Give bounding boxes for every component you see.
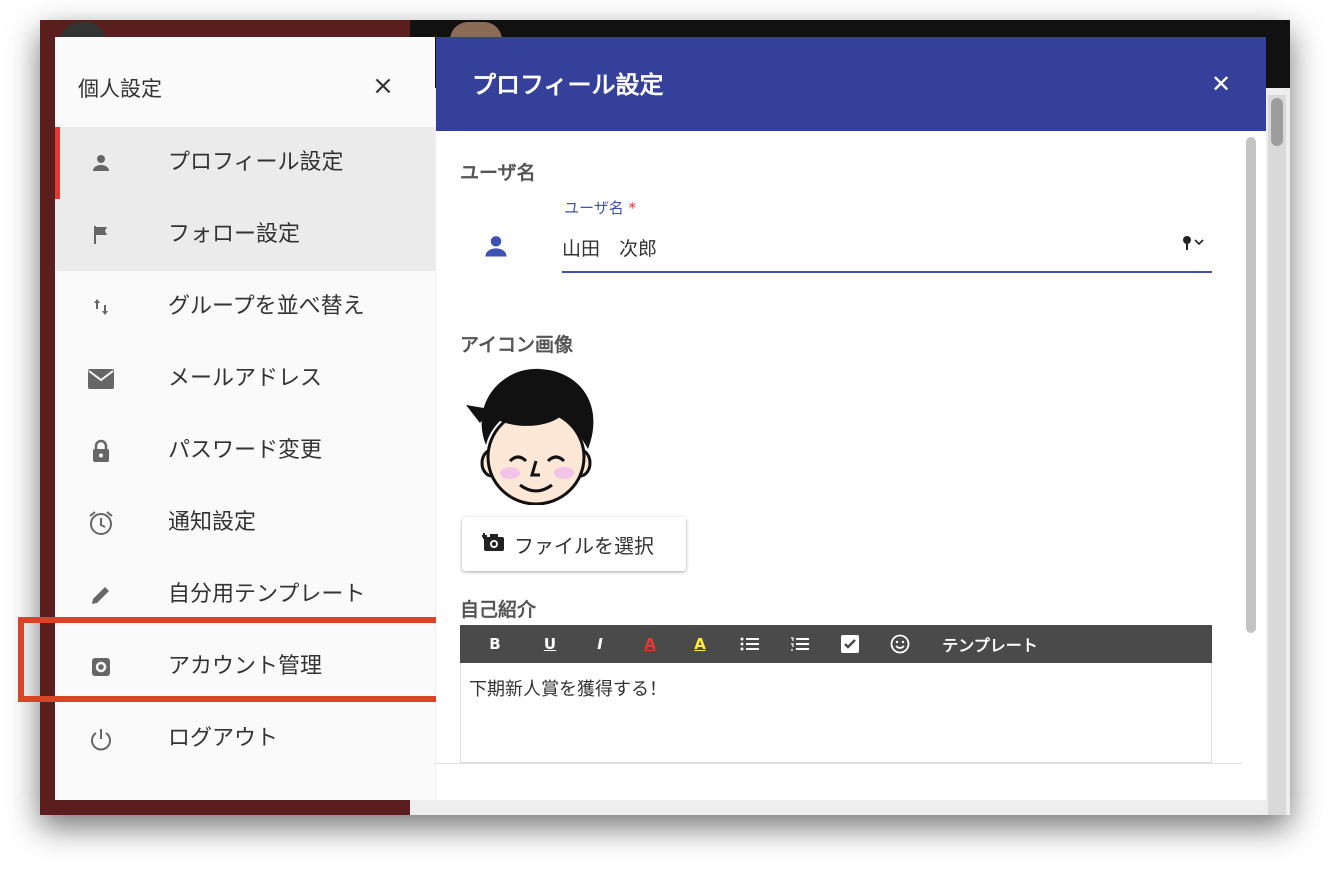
bullet-list-icon[interactable] — [730, 625, 770, 663]
dialog-close-button[interactable]: ✕ — [1206, 69, 1236, 99]
sidebar-item-email[interactable]: メールアドレス — [55, 343, 435, 415]
background-scroll-thumb — [1271, 98, 1283, 146]
italic-button[interactable]: I — [570, 625, 630, 663]
mail-icon — [87, 365, 115, 393]
profile-avatar-image — [460, 365, 605, 509]
power-icon — [87, 725, 115, 753]
person-icon — [87, 149, 115, 177]
sidebar-title: 個人設定 — [78, 77, 162, 101]
sidebar-item-label: パスワード変更 — [168, 438, 323, 463]
dialog-scroll-thumb[interactable] — [1246, 137, 1256, 633]
template-button[interactable]: テンプレート — [930, 625, 1050, 663]
user-icon — [482, 232, 510, 264]
sidebar-item-label: ログアウト — [168, 726, 279, 751]
sidebar-item-logout[interactable]: ログアウト — [55, 703, 435, 775]
username-label-text: ユーザ名 — [564, 199, 624, 217]
sidebar-close-button[interactable]: × — [368, 71, 398, 101]
sort-arrows-icon — [87, 293, 115, 321]
sidebar-item-profile[interactable]: プロフィール設定 — [55, 127, 435, 199]
intro-editor[interactable]: 下期新人賞を獲得する！ — [460, 663, 1212, 763]
sidebar-item-password[interactable]: パスワード変更 — [55, 415, 435, 487]
sidebar-item-sort-groups[interactable]: グループを並べ替え — [55, 271, 435, 343]
username-section-label: ユーザ名 — [460, 162, 536, 184]
dialog-divider — [436, 763, 1242, 764]
sidebar-item-follow[interactable]: フォロー設定 — [55, 199, 435, 271]
sidebar-header: 個人設定 × — [55, 37, 435, 127]
sidebar-item-label: フォロー設定 — [168, 222, 301, 247]
username-field-label: ユーザ名 * — [564, 197, 636, 218]
flag-icon — [87, 221, 115, 249]
alarm-clock-icon — [87, 509, 115, 537]
intro-section-label: 自己紹介 — [460, 599, 537, 621]
intro-text: 下期新人賞を獲得する！ — [469, 679, 667, 700]
pencil-icon — [87, 581, 115, 609]
username-input[interactable] — [562, 223, 1212, 273]
bold-button[interactable]: B — [460, 625, 530, 663]
sidebar-item-label: プロフィール設定 — [168, 150, 344, 175]
required-marker: * — [628, 199, 636, 217]
background-scrollbar — [1268, 95, 1286, 815]
select-file-label: ファイルを選択 — [514, 533, 654, 558]
icon-section-label: アイコン画像 — [460, 334, 574, 356]
editor-toolbar: B U I A A テンプレート — [460, 625, 1212, 663]
profile-dialog: プロフィール設定 ✕ ユーザ名 ユーザ名 * アイコン画像 — [436, 37, 1266, 800]
font-color-button[interactable]: A — [630, 625, 670, 663]
dialog-header: プロフィール設定 ✕ — [436, 37, 1266, 131]
underline-button[interactable]: U — [530, 625, 570, 663]
select-file-button[interactable]: ファイルを選択 — [462, 517, 686, 571]
numbered-list-icon[interactable] — [770, 625, 830, 663]
highlight-annotation — [18, 617, 450, 702]
emoji-icon[interactable] — [870, 625, 930, 663]
dialog-title: プロフィール設定 — [472, 71, 664, 99]
sidebar-item-label: 通知設定 — [168, 510, 257, 535]
sidebar-item-label: グループを並べ替え — [168, 294, 365, 319]
highlight-button[interactable]: A — [670, 625, 730, 663]
sidebar-item-notifications[interactable]: 通知設定 — [55, 487, 435, 559]
camera-icon — [481, 531, 506, 557]
sidebar-item-label: メールアドレス — [168, 366, 323, 391]
checkbox-icon[interactable] — [830, 625, 870, 663]
lock-icon — [87, 437, 115, 465]
key-dropdown-icon[interactable] — [1182, 235, 1206, 255]
